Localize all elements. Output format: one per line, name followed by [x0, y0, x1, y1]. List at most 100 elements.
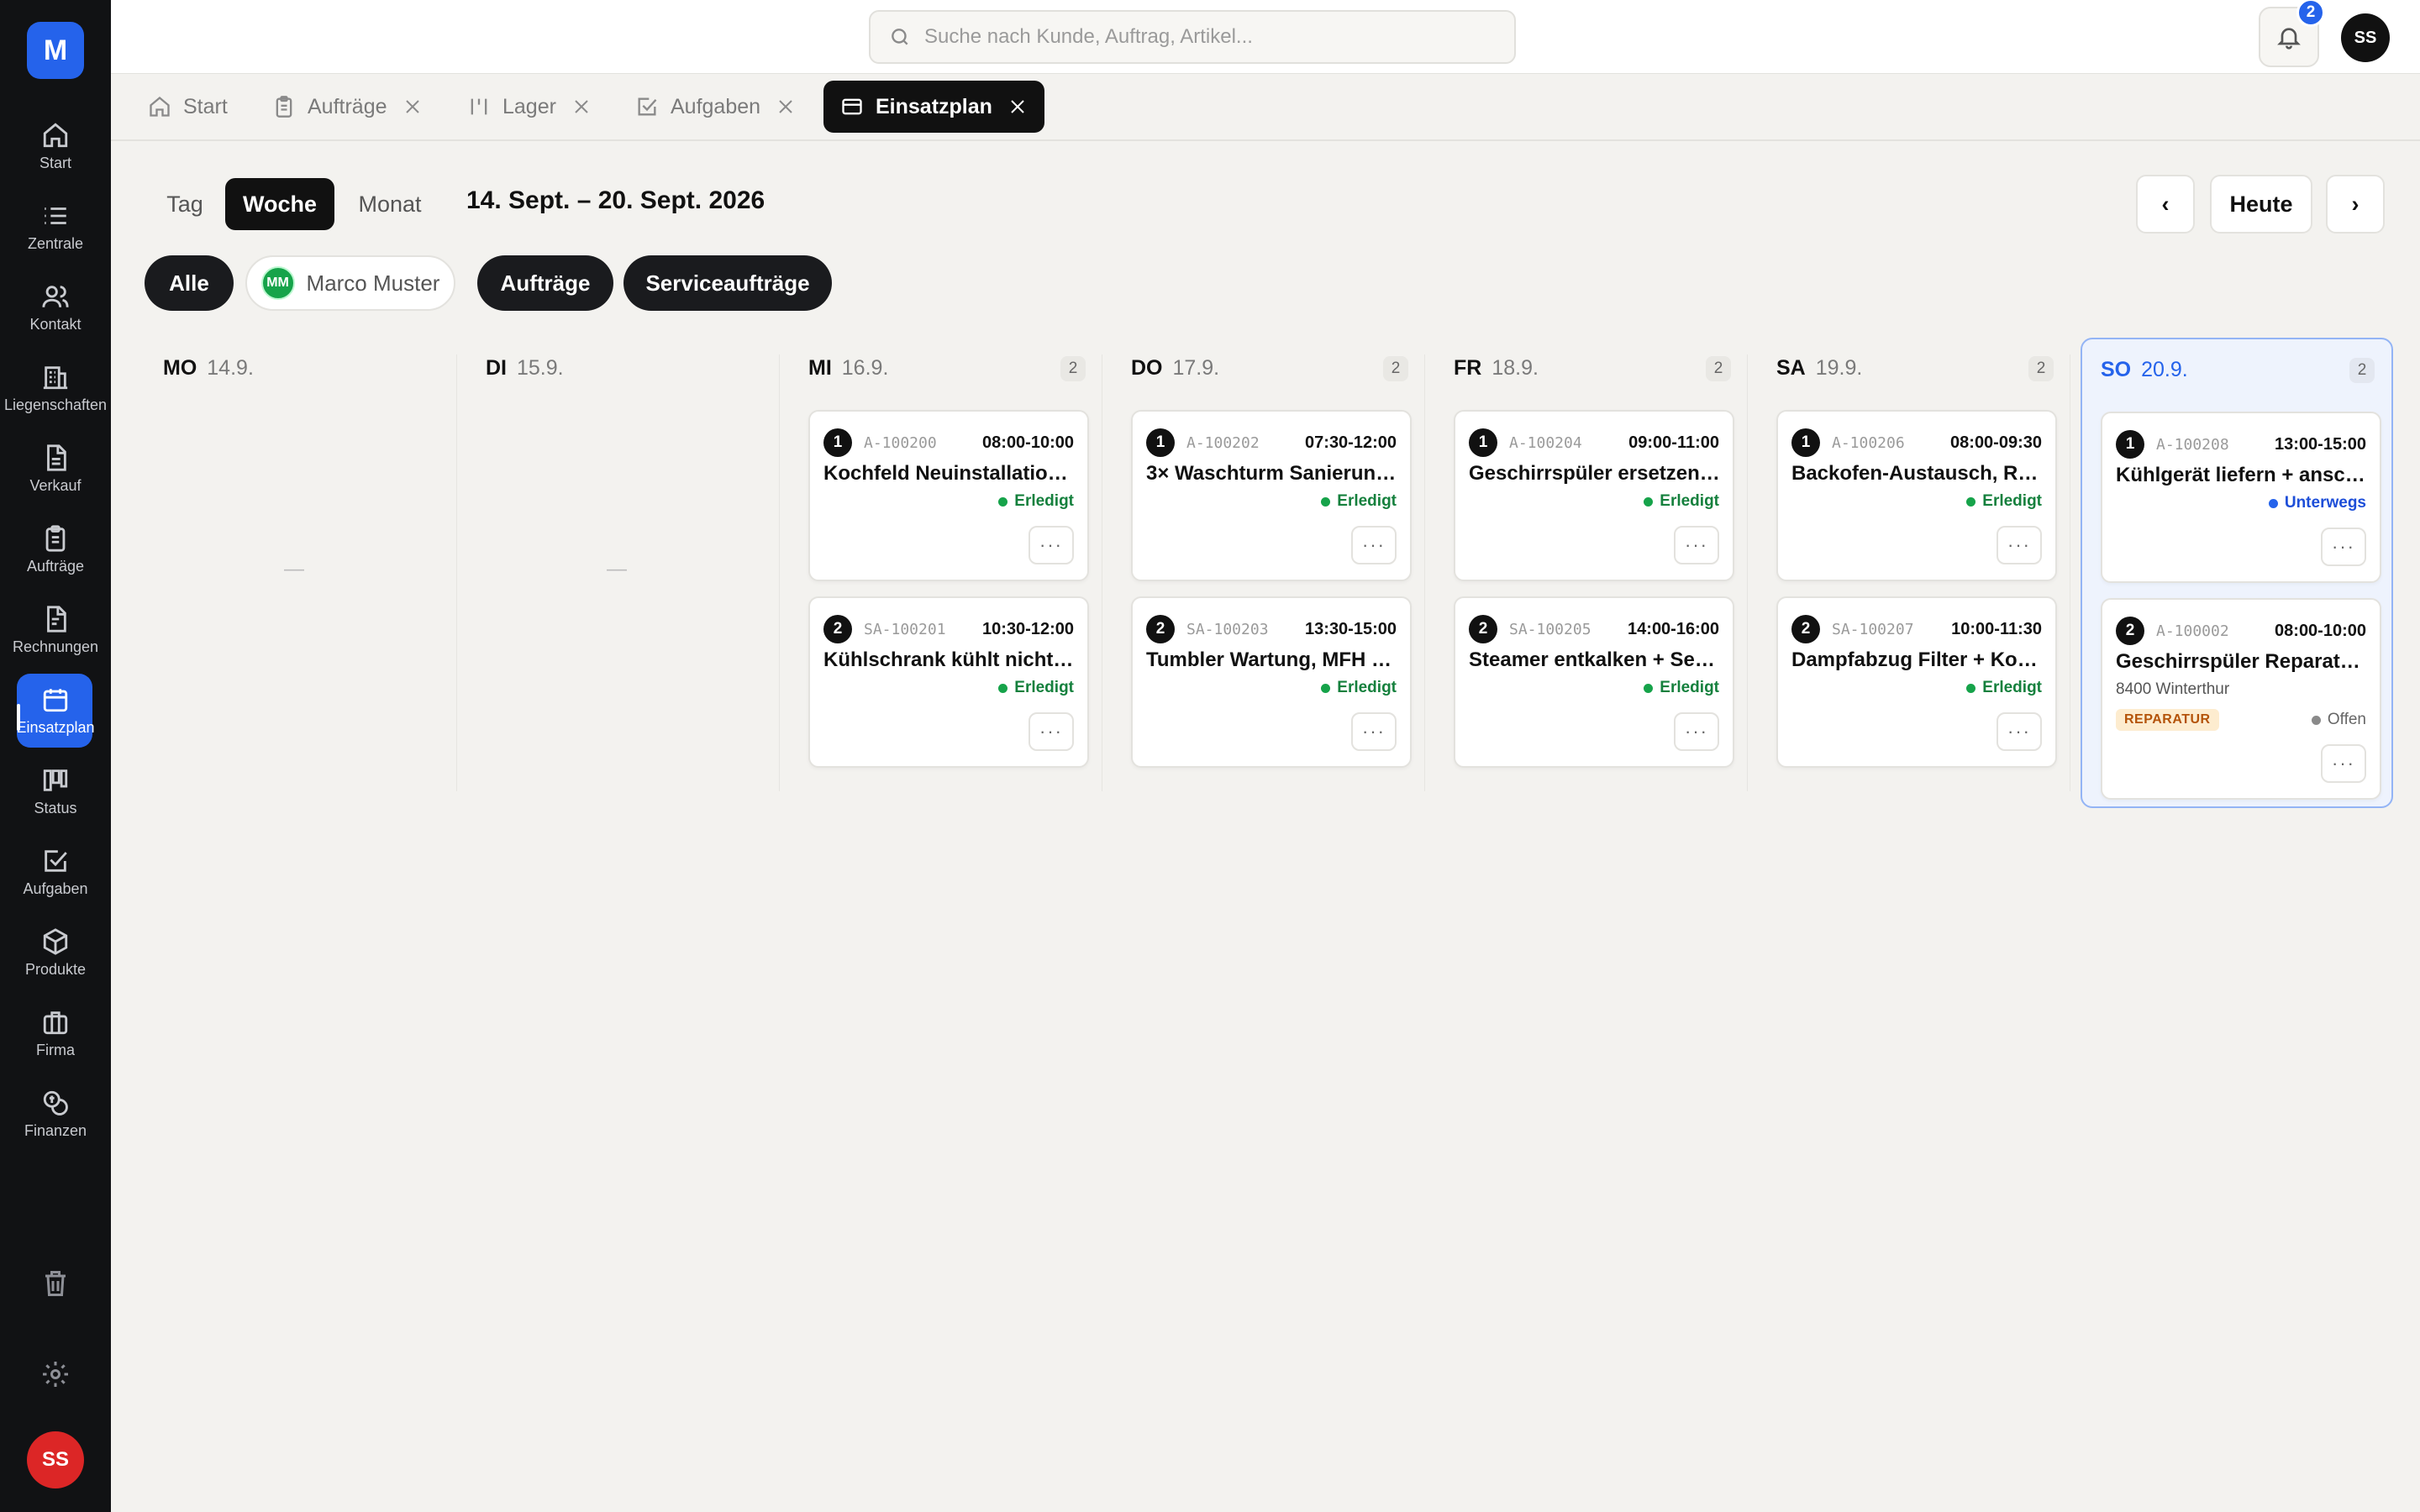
- status-label: Erledigt: [1982, 679, 2042, 696]
- day-count-badge: 2: [2028, 356, 2054, 381]
- search-box[interactable]: [869, 10, 1516, 64]
- gear-icon: [43, 1362, 68, 1387]
- search-input[interactable]: [924, 25, 1496, 49]
- status-label: Erledigt: [1014, 492, 1074, 510]
- status-label: Erledigt: [1660, 492, 1719, 510]
- calendar-card-icon: [842, 98, 862, 115]
- job-card[interactable]: 2 A-100002 08:00-10:00 Geschirrspüler Repar…: [2101, 598, 2381, 800]
- day-date: 18.9.: [1491, 356, 1539, 380]
- sidebar-item-label: Firma: [36, 1041, 75, 1058]
- job-title: Geschirrspüler Reparatur, ...: [2116, 650, 2370, 673]
- sidebar-item-label: Liegenschaften: [3, 396, 108, 413]
- job-card[interactable]: 2 SA-100201 10:30-12:00 Kühlschrank kühlt n…: [808, 596, 1089, 768]
- status-dot: [1321, 496, 1331, 507]
- today-button[interactable]: Heute: [2210, 175, 2312, 234]
- tab-lager[interactable]: Lager: [467, 81, 592, 133]
- job-title: Tumbler Wartung, MFH Lin...: [1146, 648, 1400, 671]
- sidebar-item-label: Aufträge: [26, 557, 85, 575]
- sidebar-item-status[interactable]: Status: [0, 751, 111, 832]
- sidebar-item-einsatzplan[interactable]: Einsatzplan: [0, 670, 111, 751]
- more-options-button[interactable]: ···: [1351, 712, 1397, 751]
- job-card[interactable]: 2 SA-100205 14:00-16:00 Steamer entkalken +…: [1454, 596, 1734, 768]
- sidebar-item-produkte[interactable]: Produkte: [0, 912, 111, 993]
- day-date: 16.9.: [841, 356, 889, 380]
- view-monat-button[interactable]: Monat: [346, 178, 434, 230]
- job-card[interactable]: 1 A-100200 08:00-10:00 Kochfeld Neuinstalla…: [808, 410, 1089, 581]
- sidebar-item-rechnungen[interactable]: Rechnungen: [0, 590, 111, 670]
- job-sequence-number: 1: [1469, 428, 1497, 457]
- filter-service-orders-chip[interactable]: Serviceaufträge: [623, 255, 832, 311]
- settings-button[interactable]: [40, 1359, 71, 1389]
- close-icon[interactable]: [776, 97, 796, 117]
- job-status: Unterwegs: [2268, 494, 2366, 512]
- close-icon[interactable]: [571, 97, 592, 117]
- sidebar-item-finanzen[interactable]: Finanzen: [0, 1074, 111, 1154]
- job-card[interactable]: 2 SA-100203 13:30-15:00 Tumbler Wartung, MF…: [1131, 596, 1412, 768]
- job-status: Erledigt: [1966, 679, 2042, 697]
- job-status: Erledigt: [1966, 492, 2042, 511]
- sidebar-item-kontakt[interactable]: Kontakt: [0, 267, 111, 348]
- more-options-button[interactable]: ···: [1996, 712, 2042, 751]
- job-card[interactable]: 1 A-100206 08:00-09:30 Backofen-Austausch, …: [1776, 410, 2057, 581]
- more-options-button[interactable]: ···: [1996, 526, 2042, 564]
- more-options-button[interactable]: ···: [1674, 712, 1719, 751]
- view-woche-button[interactable]: Woche: [225, 178, 334, 230]
- app-logo[interactable]: M: [27, 22, 84, 79]
- sidebar-item-aufgaben[interactable]: Aufgaben: [0, 832, 111, 912]
- more-options-button[interactable]: ···: [1351, 526, 1397, 564]
- status-label: Erledigt: [1014, 679, 1074, 696]
- search-icon: [892, 29, 908, 45]
- day-count-badge: 2: [1060, 356, 1086, 381]
- filter-orders-chip[interactable]: Aufträge: [477, 255, 613, 311]
- job-card[interactable]: 1 A-100202 07:30-12:00 3× Waschturm Sanieru…: [1131, 410, 1412, 581]
- sidebar-item-label: Status: [34, 799, 77, 816]
- prev-week-button[interactable]: ‹: [2136, 175, 2195, 234]
- sidebar-item-start[interactable]: Start: [0, 106, 111, 186]
- view-tag-button[interactable]: Tag: [156, 178, 213, 230]
- close-icon[interactable]: [1007, 97, 1028, 117]
- tab-aufgaben[interactable]: Aufgaben: [635, 81, 796, 133]
- more-options-button[interactable]: ···: [1028, 526, 1074, 564]
- job-card[interactable]: 1 A-100208 13:00-15:00 Kühlgerät liefern + …: [2101, 412, 2381, 583]
- tab-einsatzplan[interactable]: Einsatzplan: [823, 81, 1044, 133]
- day-column-sa: SA 19.9. 2 1 A-100206 08:00-09:30 Backofen-Aus…: [1758, 338, 2070, 808]
- day-name: MO: [163, 356, 197, 380]
- top-user-avatar[interactable]: SS: [2341, 13, 2390, 62]
- job-title: 3× Waschturm Sanierung ...: [1146, 462, 1400, 485]
- sidebar-item-zentrale[interactable]: Zentrale: [0, 186, 111, 267]
- job-time: 08:00-09:30: [1950, 433, 2042, 452]
- sidebar: M Start Zentrale Kontakt Liegenschaften …: [0, 0, 111, 1512]
- calendar-icon: [43, 688, 68, 711]
- sidebar-item-verkauf[interactable]: Verkauf: [0, 428, 111, 509]
- day-name: DO: [1131, 356, 1163, 380]
- day-date: 20.9.: [2141, 358, 2188, 381]
- more-options-button[interactable]: ···: [1028, 712, 1074, 751]
- user-avatar[interactable]: SS: [27, 1431, 84, 1488]
- tab-auftraege[interactable]: Aufträge: [272, 81, 423, 133]
- filter-all-chip[interactable]: Alle: [145, 255, 234, 311]
- status-dot: [2311, 715, 2321, 725]
- sidebar-item-firma[interactable]: Firma: [0, 993, 111, 1074]
- status-label: Erledigt: [1660, 679, 1719, 696]
- list-icon: [45, 207, 66, 224]
- close-icon[interactable]: [402, 97, 423, 117]
- filter-person-chip[interactable]: MM Marco Muster: [245, 255, 455, 311]
- tab-start[interactable]: Start: [148, 81, 228, 133]
- card-header: 2 SA-100207 10:00-11:30: [1791, 615, 2042, 643]
- job-card[interactable]: 1 A-100204 09:00-11:00 Geschirrspüler erset…: [1454, 410, 1734, 581]
- sidebar-item-liegenschaften[interactable]: Liegenschaften: [0, 348, 111, 428]
- day-column-fr: FR 18.9. 2 1 A-100204 09:00-11:00 Geschirrspül…: [1435, 338, 1748, 808]
- checkbox-icon: [45, 849, 67, 872]
- status-label: Unterwegs: [2284, 494, 2366, 512]
- job-time: 10:30-12:00: [982, 619, 1074, 638]
- sidebar-item-auftraege[interactable]: Aufträge: [0, 509, 111, 590]
- next-week-button[interactable]: ›: [2326, 175, 2385, 234]
- trash-button[interactable]: [40, 1268, 71, 1299]
- more-options-button[interactable]: ···: [2321, 528, 2366, 566]
- job-card[interactable]: 2 SA-100207 10:00-11:30 Dampfabzug Filter +…: [1776, 596, 2057, 768]
- day-date: 19.9.: [1815, 356, 1863, 380]
- more-options-button[interactable]: ···: [1674, 526, 1719, 564]
- more-options-button[interactable]: ···: [2321, 744, 2366, 783]
- day-name: MI: [808, 356, 832, 380]
- sidebar-item-label: Rechnungen: [12, 638, 99, 655]
